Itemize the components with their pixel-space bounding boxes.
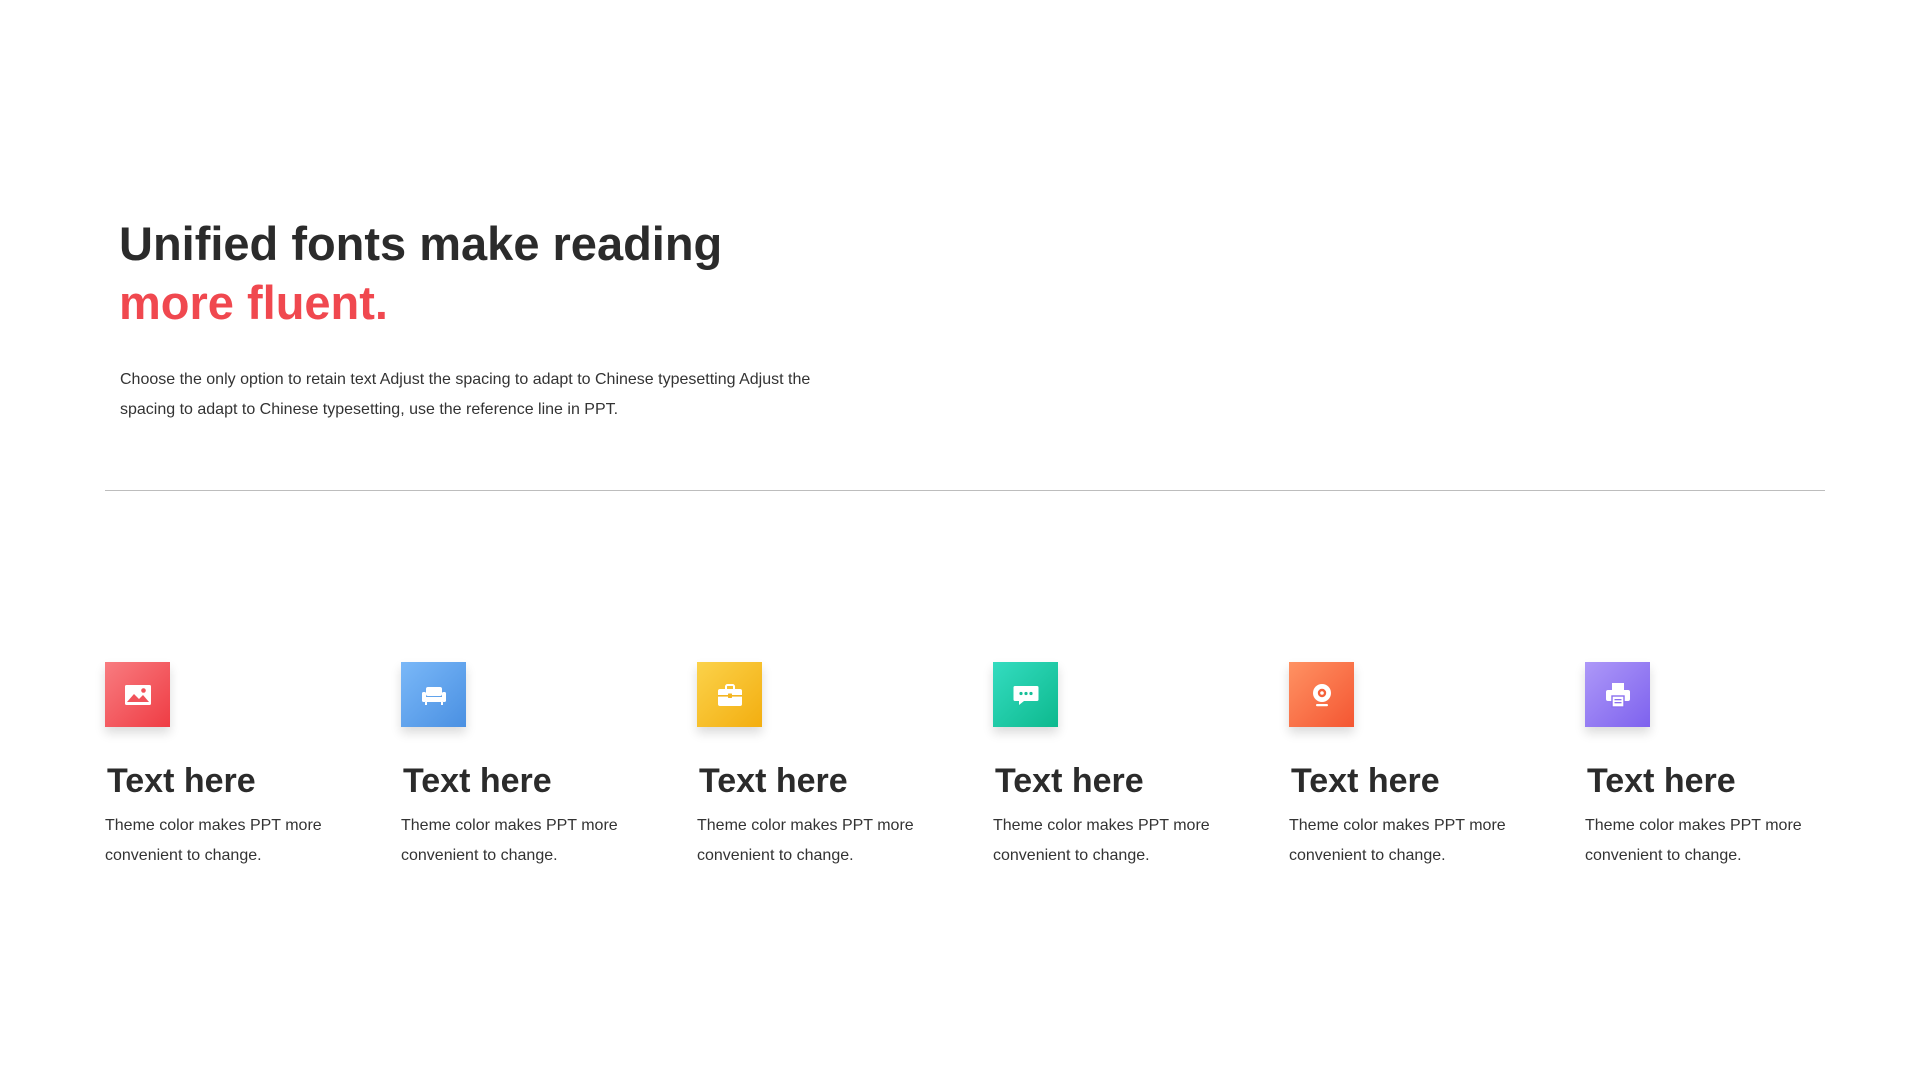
feature-title: Text here bbox=[995, 762, 1144, 800]
feature-icon-tile-1 bbox=[105, 662, 170, 727]
feature-item-6: Text here Theme color makes PPT more con… bbox=[1585, 662, 1865, 871]
feature-icon-tile-3 bbox=[697, 662, 762, 727]
feature-grid: Text here Theme color makes PPT more con… bbox=[105, 662, 1885, 892]
printer-icon bbox=[1603, 680, 1633, 710]
feature-description: Theme color makes PPT more convenient to… bbox=[697, 817, 914, 864]
feature-item-3: Text here Theme color makes PPT more con… bbox=[697, 662, 977, 871]
feature-description: Theme color makes PPT more convenient to… bbox=[105, 817, 322, 864]
chat-bubble-icon bbox=[1011, 680, 1041, 710]
feature-item-5: Text here Theme color makes PPT more con… bbox=[1289, 662, 1569, 871]
page-title: Unified fonts make reading more fluent. bbox=[119, 214, 722, 332]
feature-icon-tile-5 bbox=[1289, 662, 1354, 727]
feature-description: Theme color makes PPT more convenient to… bbox=[401, 817, 618, 864]
feature-title: Text here bbox=[699, 762, 848, 800]
feature-description: Theme color makes PPT more convenient to… bbox=[1289, 817, 1506, 864]
sofa-icon bbox=[419, 680, 449, 710]
feature-title: Text here bbox=[107, 762, 256, 800]
feature-item-4: Text here Theme color makes PPT more con… bbox=[993, 662, 1273, 871]
intro-paragraph: Choose the only option to retain text Ad… bbox=[120, 371, 811, 418]
briefcase-icon bbox=[715, 680, 745, 710]
feature-title: Text here bbox=[403, 762, 552, 800]
section-divider bbox=[105, 490, 1825, 491]
slide: Unified fonts make reading more fluent. … bbox=[0, 0, 1920, 1080]
feature-icon-tile-2 bbox=[401, 662, 466, 727]
feature-item-1: Text here Theme color makes PPT more con… bbox=[105, 662, 385, 871]
feature-item-2: Text here Theme color makes PPT more con… bbox=[401, 662, 681, 871]
feature-title: Text here bbox=[1291, 762, 1440, 800]
feature-description: Theme color makes PPT more convenient to… bbox=[1585, 817, 1802, 864]
title-line-1: Unified fonts make reading bbox=[119, 217, 723, 270]
feature-description: Theme color makes PPT more convenient to… bbox=[993, 817, 1210, 864]
feature-title: Text here bbox=[1587, 762, 1736, 800]
image-icon bbox=[123, 680, 153, 710]
feature-icon-tile-6 bbox=[1585, 662, 1650, 727]
title-line-2-highlight: more fluent. bbox=[119, 276, 388, 329]
webcam-icon bbox=[1307, 680, 1337, 710]
feature-icon-tile-4 bbox=[993, 662, 1058, 727]
